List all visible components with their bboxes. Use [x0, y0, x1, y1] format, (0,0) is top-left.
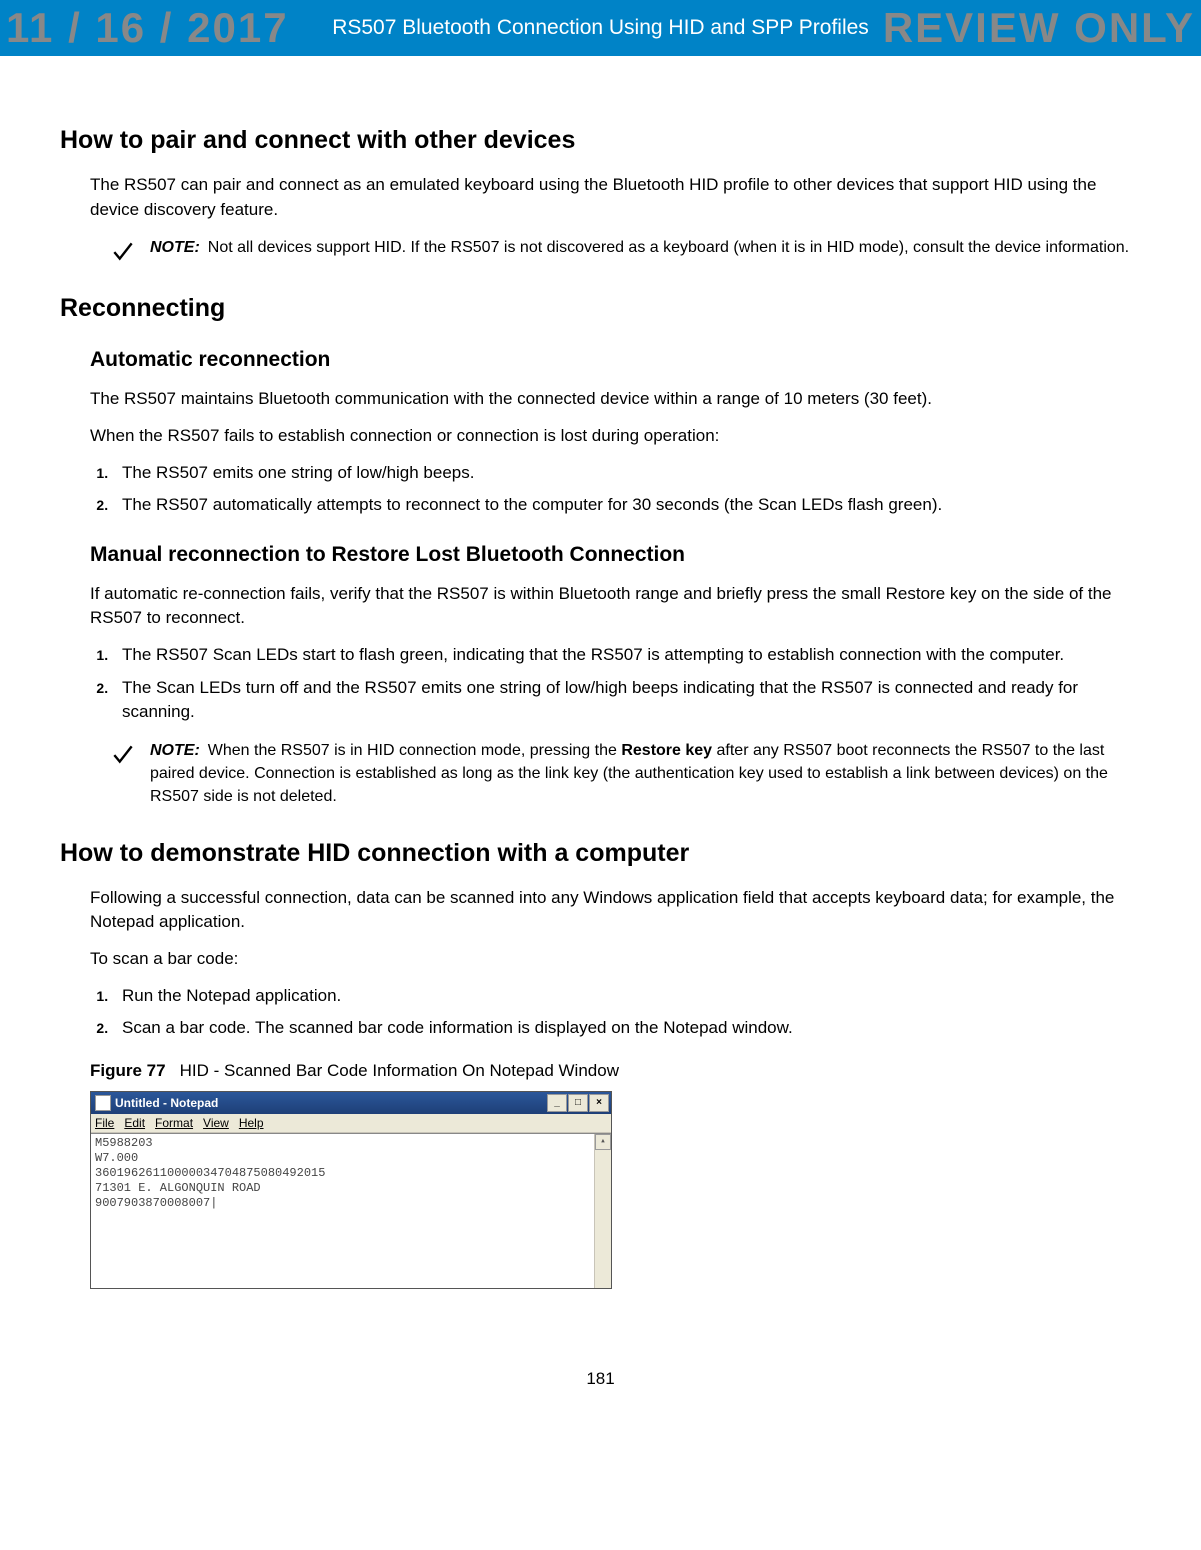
menu-file[interactable]: File	[95, 1116, 114, 1130]
demo-steps: Run the Notepad application. Scan a bar …	[90, 984, 1141, 1041]
scrollbar[interactable]: ▴	[594, 1134, 611, 1288]
manual-steps: The RS507 Scan LEDs start to flash green…	[90, 643, 1141, 725]
note-body: Not all devices support HID. If the RS50…	[208, 239, 1129, 256]
menu-help[interactable]: Help	[239, 1116, 264, 1130]
note-block-pair: NOTE: Not all devices support HID. If the…	[110, 236, 1141, 264]
section-title-reconnect: Reconnecting	[60, 294, 1141, 323]
page-number: 181	[0, 1369, 1201, 1409]
document-icon	[95, 1095, 111, 1111]
note-pre: When the RS507 is in HID connection mode…	[208, 742, 622, 759]
scroll-up-icon[interactable]: ▴	[595, 1134, 611, 1150]
page-content: How to pair and connect with other devic…	[0, 56, 1201, 1309]
auto-steps: The RS507 emits one string of low/high b…	[90, 461, 1141, 518]
menu-view[interactable]: View	[203, 1116, 229, 1130]
demo-p1: Following a successful connection, data …	[90, 886, 1141, 935]
subsection-manual-title: Manual reconnection to Restore Lost Blue…	[90, 543, 1141, 567]
list-item: Run the Notepad application.	[112, 984, 1141, 1009]
pair-text: The RS507 can pair and connect as an emu…	[90, 173, 1141, 222]
notepad-text-area[interactable]: M5988203 W7.000 360196261100000347048750…	[91, 1133, 611, 1288]
notepad-menubar: File Edit Format View Help	[91, 1114, 611, 1133]
notepad-content: M5988203 W7.000 360196261100000347048750…	[95, 1136, 325, 1210]
subsection-auto-title: Automatic reconnection	[90, 348, 1141, 372]
menu-format[interactable]: Format	[155, 1116, 193, 1130]
list-item: The Scan LEDs turn off and the RS507 emi…	[112, 676, 1141, 725]
section-title-demo: How to demonstrate HID connection with a…	[60, 839, 1141, 868]
note-bold: Restore key	[621, 742, 712, 759]
checkmark-icon	[110, 238, 136, 264]
figure-label: Figure 77	[90, 1061, 166, 1080]
checkmark-icon	[110, 741, 136, 767]
note-text-pair: NOTE: Not all devices support HID. If the…	[150, 236, 1129, 259]
demo-p2: To scan a bar code:	[90, 947, 1141, 972]
titlebar-left: Untitled - Notepad	[95, 1095, 218, 1111]
document-header: RS507 Bluetooth Connection Using HID and…	[0, 0, 1201, 56]
list-item: The RS507 emits one string of low/high b…	[112, 461, 1141, 486]
manual-p1: If automatic re-connection fails, verify…	[90, 582, 1141, 631]
figure-text: HID - Scanned Bar Code Information On No…	[180, 1061, 619, 1080]
section-title-pair: How to pair and connect with other devic…	[60, 126, 1141, 155]
auto-p2: When the RS507 fails to establish connec…	[90, 424, 1141, 449]
list-item: The RS507 automatically attempts to reco…	[112, 493, 1141, 518]
auto-p1: The RS507 maintains Bluetooth communicat…	[90, 387, 1141, 412]
list-item: Scan a bar code. The scanned bar code in…	[112, 1016, 1141, 1041]
notepad-titlebar: Untitled - Notepad _ □ ×	[91, 1092, 611, 1114]
note-block-manual: NOTE: When the RS507 is in HID connection…	[110, 739, 1141, 809]
note-label: NOTE:	[150, 239, 200, 256]
list-item: The RS507 Scan LEDs start to flash green…	[112, 643, 1141, 668]
window-controls: _ □ ×	[547, 1094, 609, 1112]
close-button[interactable]: ×	[589, 1094, 609, 1112]
header-title: RS507 Bluetooth Connection Using HID and…	[332, 16, 869, 39]
note-text-manual: NOTE: When the RS507 is in HID connection…	[150, 739, 1141, 809]
figure-caption: Figure 77 HID - Scanned Bar Code Informat…	[90, 1061, 1141, 1081]
notepad-title: Untitled - Notepad	[115, 1096, 218, 1110]
minimize-button[interactable]: _	[547, 1094, 567, 1112]
menu-edit[interactable]: Edit	[124, 1116, 145, 1130]
notepad-window: Untitled - Notepad _ □ × File Edit Forma…	[90, 1091, 612, 1289]
maximize-button[interactable]: □	[568, 1094, 588, 1112]
note-label: NOTE:	[150, 742, 200, 759]
